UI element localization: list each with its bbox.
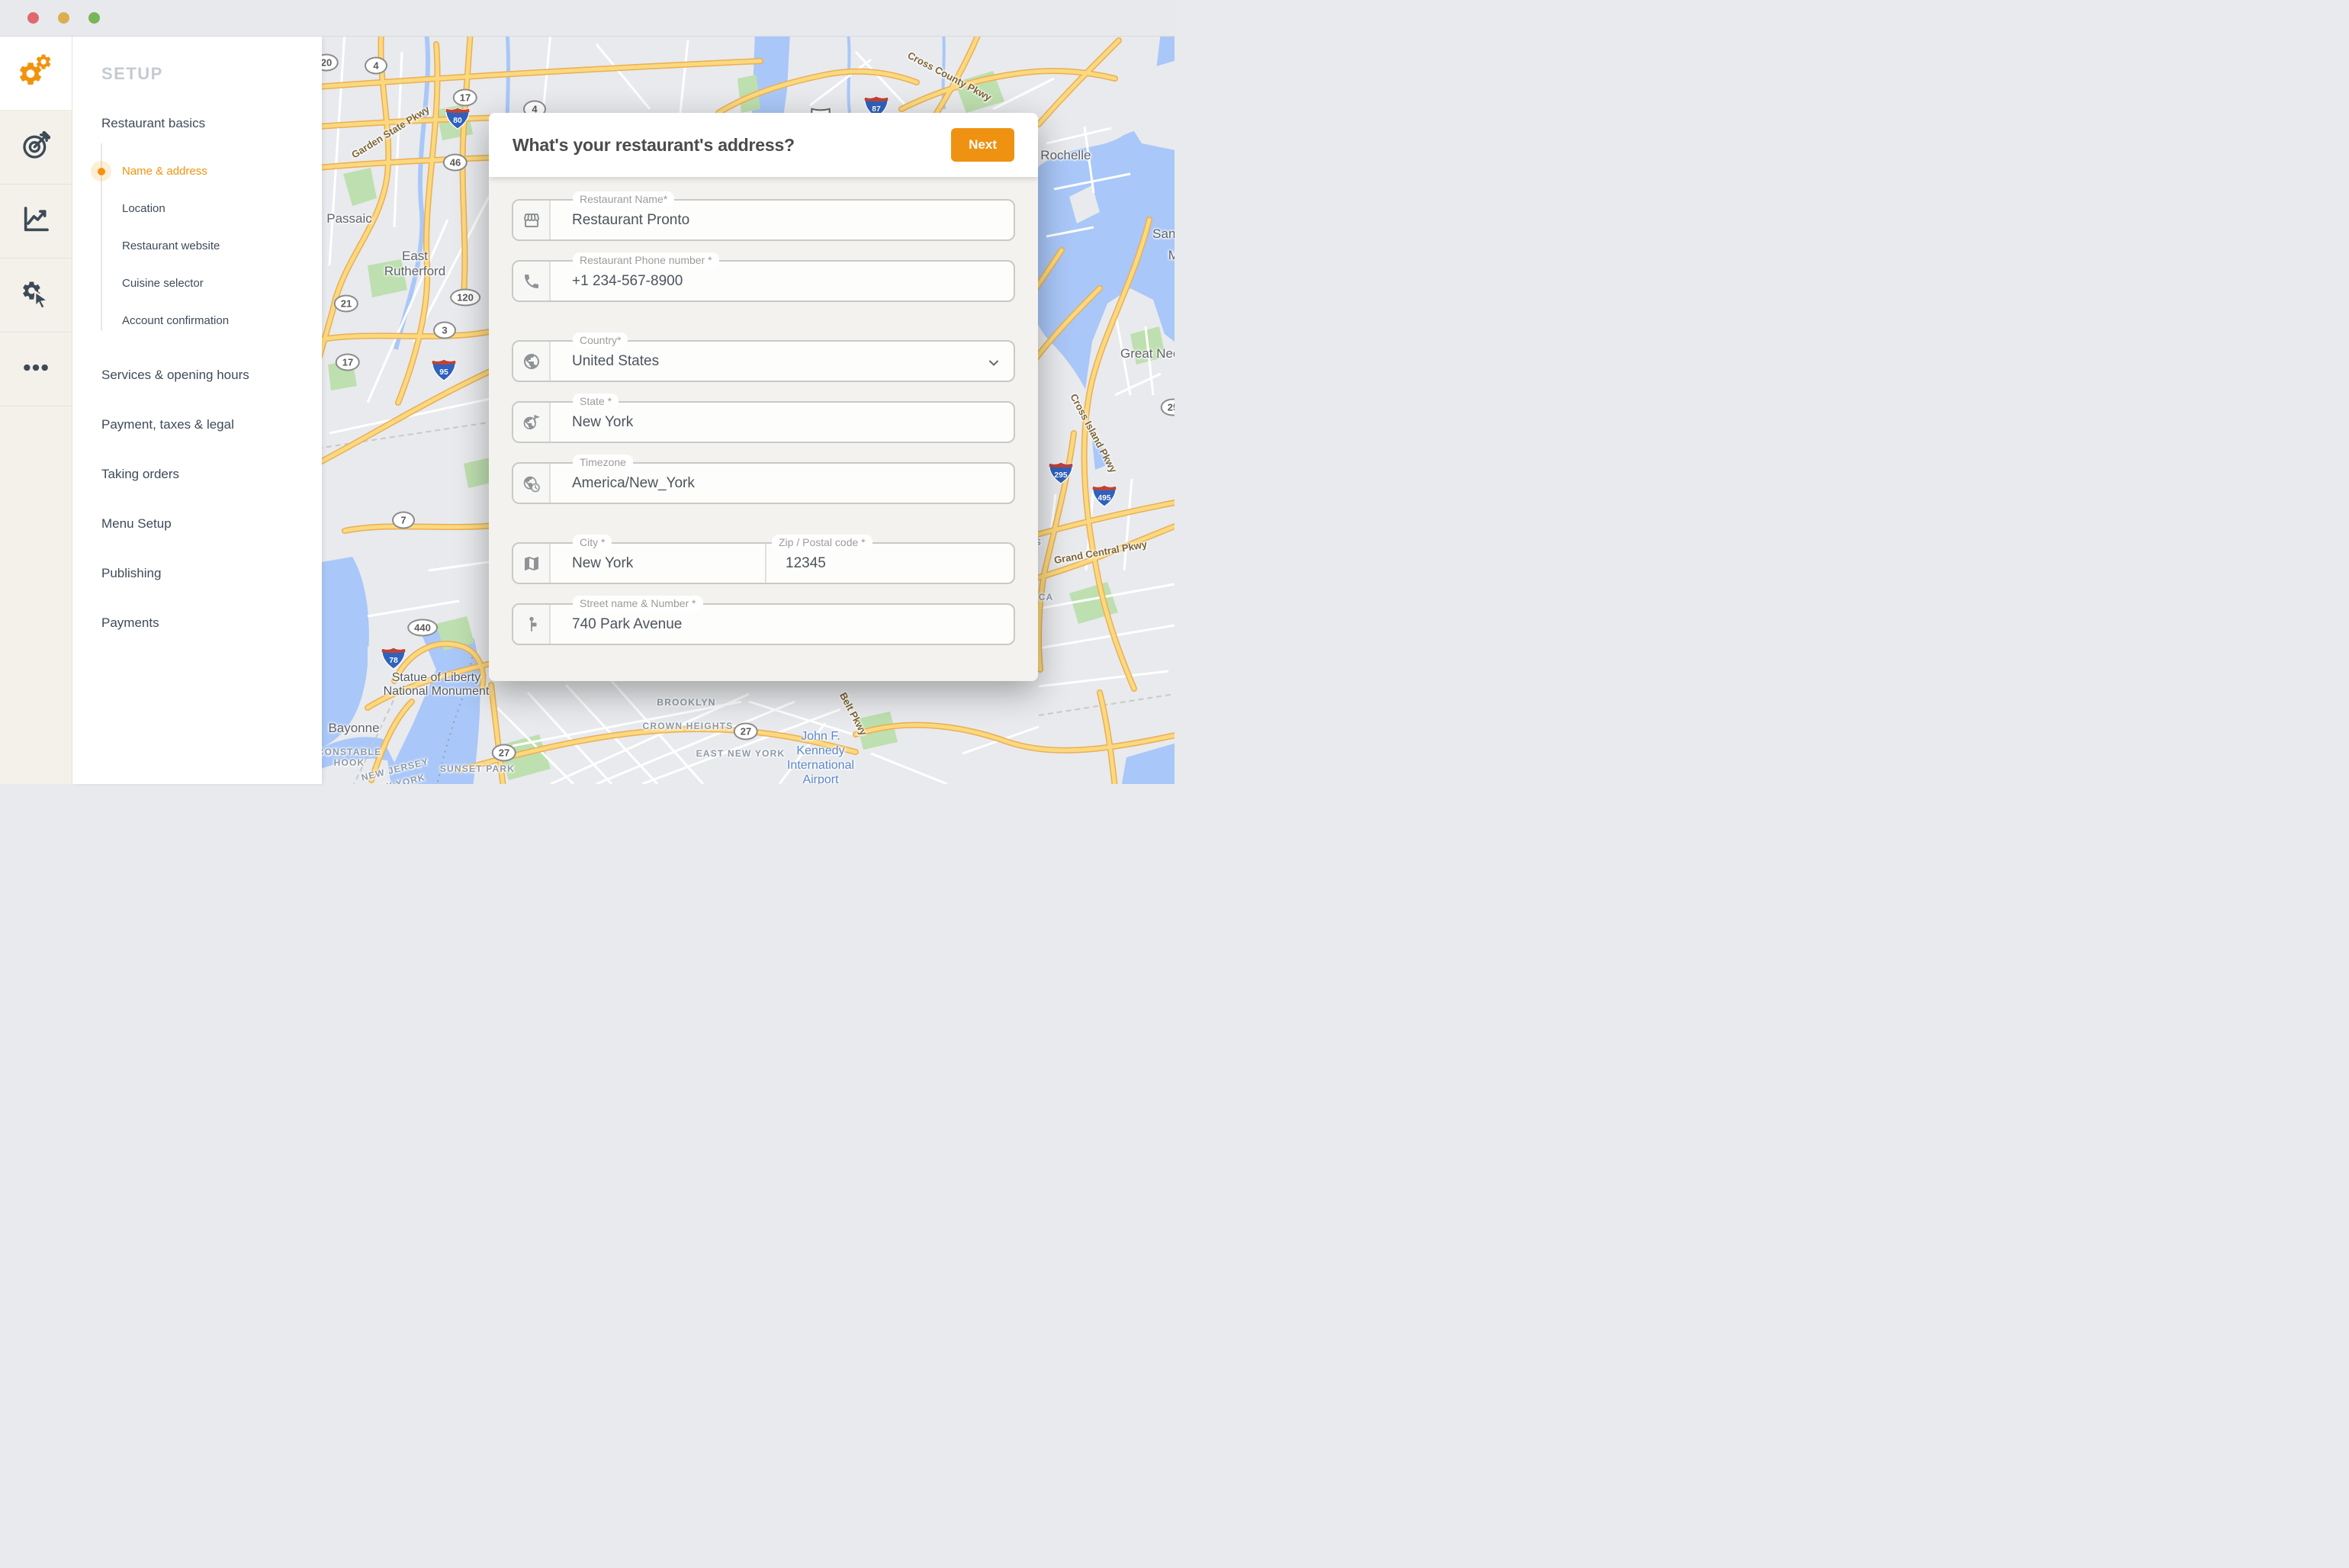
state-field[interactable]: New York State * [512, 394, 1015, 443]
app-icon-rail [0, 37, 72, 784]
city-value: New York [572, 554, 634, 571]
rail-item-setup[interactable] [0, 37, 72, 111]
route-shield-295: 295 [1049, 461, 1074, 489]
svg-text:78: 78 [389, 657, 398, 665]
timezone-field[interactable]: America/New_York Timezone [512, 455, 1015, 504]
phone-icon [513, 262, 551, 300]
state-label: State * [573, 394, 619, 409]
route-shield-7: 7 [392, 511, 415, 529]
nav-section-services[interactable]: Services & opening hours [101, 350, 322, 400]
phone-label: Restaurant Phone number * [573, 252, 719, 268]
gears-icon [18, 53, 53, 93]
city-zip-row: New York 12345 City * Zip / Postal code … [512, 535, 1015, 584]
route-shield-78: 78 [381, 647, 406, 674]
route-shield-80: 80 [445, 107, 471, 134]
rail-item-analytics[interactable] [0, 185, 72, 259]
route-shield-4: 4 [365, 56, 387, 75]
minimize-window-button[interactable] [58, 12, 69, 24]
street-field[interactable]: 740 Park Avenue Street name & Number * [512, 596, 1015, 645]
nav-section-payments[interactable]: Payments [101, 598, 322, 647]
svg-text:80: 80 [453, 117, 462, 125]
restaurant-basics-sublist: Name & address Location Restaurant websi… [72, 143, 322, 339]
route-shield-3: 3 [433, 321, 456, 339]
nav-subitem-cuisine-selector[interactable]: Cuisine selector [72, 265, 322, 302]
rail-item-target[interactable] [0, 111, 72, 185]
route-shield-120: 120 [450, 288, 480, 307]
route-shield-440: 440 [407, 619, 438, 637]
street-value: 740 Park Avenue [572, 615, 683, 632]
restaurant-name-field[interactable]: Restaurant Pronto Restaurant Name* [512, 191, 1015, 241]
rail-item-more[interactable] [0, 333, 72, 406]
timezone-label: Timezone [573, 455, 633, 470]
nav-section-payment-taxes-legal[interactable]: Payment, taxes & legal [101, 400, 322, 449]
nav-subitem-label: Location [122, 202, 165, 215]
route-shield-495: 495 [1092, 484, 1117, 512]
restaurant-name-label: Restaurant Name* [573, 191, 675, 207]
nav-subitem-label: Account confirmation [122, 314, 230, 327]
rail-filler [0, 406, 72, 784]
signpost-icon [513, 605, 551, 644]
card-title: What's your restaurant's address? [513, 134, 795, 155]
setup-sidebar: SETUP Restaurant basics Name & address L… [72, 37, 322, 784]
globe-icon [513, 342, 551, 381]
zoom-window-button[interactable] [88, 12, 100, 24]
nav-section-publishing[interactable]: Publishing [101, 548, 322, 598]
storefront-icon [513, 201, 551, 239]
nav-subitem-restaurant-website[interactable]: Restaurant website [72, 227, 322, 265]
card-body: Restaurant Pronto Restaurant Name* +1 23… [489, 177, 1038, 645]
globe-clock-icon [513, 464, 551, 503]
nav-section-taking-orders[interactable]: Taking orders [101, 449, 322, 499]
address-card: What's your restaurant's address? Next R… [489, 113, 1038, 681]
nav-subitem-label: Cuisine selector [122, 277, 204, 290]
window-titlebar [0, 0, 1174, 37]
zip-label: Zip / Postal code * [772, 535, 872, 550]
nav-subitem-label: Restaurant website [122, 239, 220, 252]
card-header: What's your restaurant's address? Next [489, 113, 1038, 177]
country-value: United States [572, 352, 660, 369]
city-label: City * [573, 535, 612, 550]
nav-section-menu-setup[interactable]: Menu Setup [101, 499, 322, 548]
phone-field[interactable]: +1 234-567-8900 Restaurant Phone number … [512, 252, 1015, 302]
country-select[interactable]: United States Country* [512, 333, 1015, 382]
state-value: New York [572, 413, 634, 430]
nav-subitem-location[interactable]: Location [72, 190, 322, 227]
timezone-value: America/New_York [572, 474, 695, 491]
nav-section-restaurant-basics[interactable]: Restaurant basics [101, 104, 322, 142]
svg-text:295: 295 [1054, 471, 1067, 480]
route-shield-95: 95 [432, 358, 457, 386]
map-icon [513, 544, 551, 583]
nav-subitem-name-address[interactable]: Name & address [72, 153, 322, 190]
globe-flag-icon [513, 403, 551, 442]
rail-item-automation[interactable] [0, 259, 72, 333]
chevron-down-icon [986, 355, 1001, 374]
svg-text:95: 95 [439, 368, 448, 377]
active-step-dot [97, 167, 105, 175]
target-arrow-icon [21, 130, 51, 165]
line-chart-icon [21, 204, 51, 239]
ellipsis-icon [21, 352, 51, 387]
gear-cursor-icon [21, 278, 51, 313]
nav-subitem-account-confirmation[interactable]: Account confirmation [72, 302, 322, 339]
next-button[interactable]: Next [951, 128, 1014, 162]
zip-value: 12345 [786, 554, 826, 571]
street-label: Street name & Number * [573, 596, 703, 611]
setup-title: SETUP [101, 64, 163, 83]
phone-value: +1 234-567-8900 [572, 272, 683, 289]
restaurant-name-value: Restaurant Pronto [572, 211, 690, 228]
close-window-button[interactable] [27, 12, 39, 24]
nav-subitem-label: Name & address [122, 165, 207, 178]
country-label: Country* [573, 333, 628, 348]
svg-text:495: 495 [1097, 494, 1110, 503]
